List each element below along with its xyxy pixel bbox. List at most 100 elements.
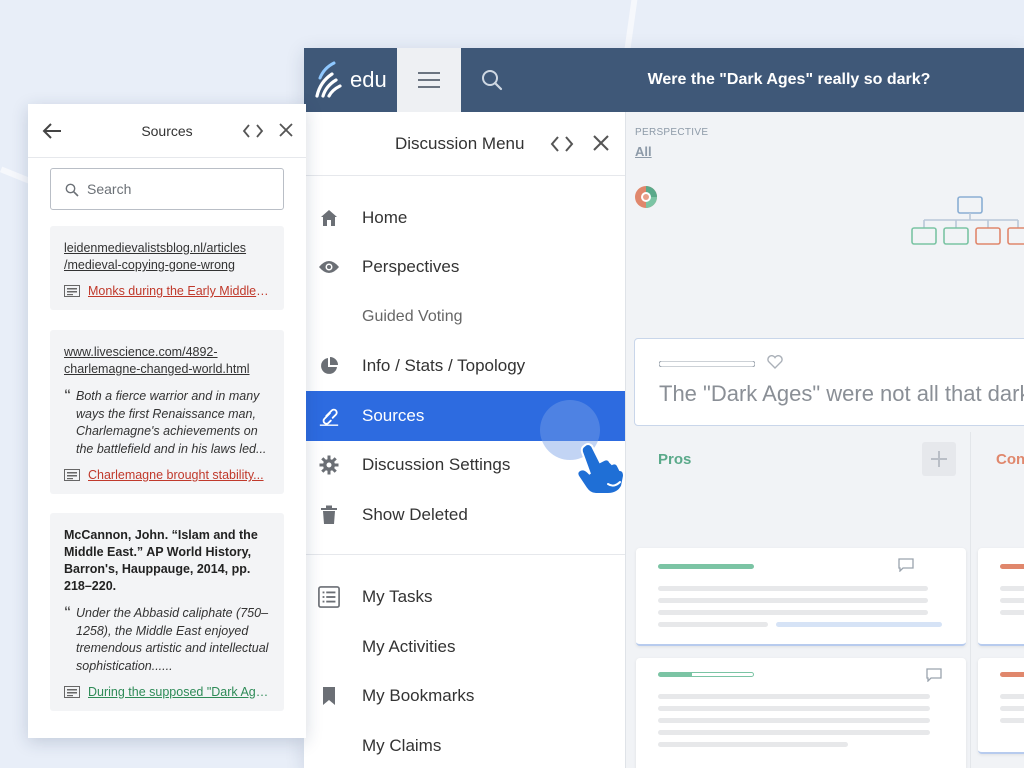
discussion-content: PERSPECTIVE All The "Dark Ages" were not… <box>626 112 1024 768</box>
menu-item-my-tasks[interactable]: My Tasks <box>304 573 625 623</box>
task-list-icon <box>318 586 340 609</box>
hamburger-icon <box>418 72 440 88</box>
menu-item-home[interactable]: Home <box>304 193 625 243</box>
background-stroke <box>624 0 638 48</box>
pros-column-header: Pros <box>658 451 692 468</box>
topology-graph-icon[interactable] <box>908 196 1024 256</box>
menu-item-label: My Claims <box>362 735 442 755</box>
quote-mark-icon: “ <box>64 603 71 619</box>
linked-claim-text: During the supposed "Dark Ages"... <box>88 685 270 699</box>
eye-icon <box>318 256 340 278</box>
top-bar: edu Were the "Dark Ages" really so dark? <box>304 48 1024 112</box>
menu-item-label: My Activities <box>362 636 456 656</box>
menu-item-label: My Tasks <box>362 587 433 607</box>
con-argument-card[interactable] <box>978 548 1024 646</box>
sunburst-chart-icon[interactable] <box>634 185 658 209</box>
source-quote: “ Both a fierce warrior and in many ways… <box>64 386 270 458</box>
pie-chart-icon <box>318 355 340 377</box>
source-quote-text: Under the Abbasid caliphate (750–1258), … <box>76 606 269 673</box>
search-icon <box>482 70 503 91</box>
claim-card-icon <box>64 285 80 297</box>
menu-item-my-activities[interactable]: My Activities <box>304 622 625 672</box>
linked-claim-text: Charlemagne brought stability... <box>88 468 264 482</box>
pro-argument-card[interactable] <box>636 658 966 768</box>
score-bar <box>659 361 755 367</box>
discussion-menu-title: Discussion Menu <box>395 134 525 153</box>
claim-text: The "Dark Ages" were not all that dark <box>659 381 1024 406</box>
main-claim-card[interactable]: The "Dark Ages" were not all that dark <box>634 338 1024 426</box>
menu-divider <box>304 553 625 555</box>
sources-search-input[interactable] <box>87 177 277 201</box>
score-bar <box>1000 564 1024 569</box>
linked-claim-link[interactable]: Monks during the Early Middle Ages... <box>64 284 270 298</box>
source-card[interactable]: McCannon, John. “Islam and the Middle Ea… <box>50 513 284 711</box>
search-button[interactable] <box>474 64 510 96</box>
source-url[interactable]: www.livescience.com/4892- charlemagne-ch… <box>64 344 270 378</box>
linked-claim-link[interactable]: Charlemagne brought stability... <box>64 468 270 482</box>
cons-column-header: Con <box>996 451 1024 468</box>
menu-item-my-bookmarks[interactable]: My Bookmarks <box>304 672 625 722</box>
menu-toggle-button[interactable] <box>397 48 461 112</box>
score-bar <box>658 564 754 569</box>
menu-item-my-claims[interactable]: My Claims <box>304 721 625 768</box>
menu-item-show-deleted[interactable]: Show Deleted <box>304 490 625 540</box>
menu-item-label: Guided Voting <box>362 307 463 325</box>
bookmark-icon <box>318 685 340 707</box>
add-pro-button[interactable] <box>922 442 956 476</box>
pointer-hand-icon <box>576 443 626 495</box>
discussion-menu-header: Discussion Menu <box>304 112 625 176</box>
close-icon[interactable] <box>278 122 294 138</box>
source-quote-text: Both a fierce warrior and in many ways t… <box>76 389 267 456</box>
source-url-line: /medieval-copying-gone-wrong <box>64 258 235 272</box>
discussion-title: Were the "Dark Ages" really so dark? <box>647 71 931 88</box>
menu-item-label: Info / Stats / Topology <box>362 356 526 376</box>
sources-search-box[interactable] <box>50 168 284 210</box>
source-quote: “ Under the Abbasid caliphate (750–1258)… <box>64 603 270 675</box>
source-url-line: leidenmedievalistsblog.nl/articles <box>64 241 247 255</box>
score-bar <box>658 672 754 677</box>
column-divider <box>970 432 971 768</box>
source-url-line: www.livescience.com/4892- <box>64 345 218 359</box>
background-stroke <box>0 166 31 184</box>
source-reference: McCannon, John. “Islam and the Middle Ea… <box>64 528 258 593</box>
sources-panel-title: Sources <box>141 123 193 139</box>
logo[interactable]: edu <box>314 60 398 100</box>
source-card[interactable]: www.livescience.com/4892- charlemagne-ch… <box>50 330 284 494</box>
code-embed-icon[interactable] <box>242 123 264 139</box>
comment-icon[interactable] <box>898 558 914 572</box>
code-embed-icon[interactable] <box>550 134 574 154</box>
claim-card-icon <box>64 686 80 698</box>
score-bar <box>1000 672 1024 677</box>
perspective-selector[interactable]: All <box>635 144 652 159</box>
trash-icon <box>318 504 340 526</box>
close-icon[interactable] <box>590 132 612 154</box>
menu-item-perspectives[interactable]: Perspectives <box>304 243 625 293</box>
linked-claim-link[interactable]: During the supposed "Dark Ages"... <box>64 685 270 699</box>
gear-icon <box>318 454 340 476</box>
menu-item-guided-voting[interactable]: Guided Voting <box>304 292 625 342</box>
logo-text: edu <box>350 67 387 92</box>
sources-panel: Sources leidenmedievalistsblog.nl/articl… <box>28 104 306 738</box>
quote-mark-icon: “ <box>64 386 71 402</box>
source-card[interactable]: leidenmedievalistsblog.nl/articles /medi… <box>50 226 284 310</box>
heart-icon[interactable] <box>767 355 783 369</box>
link-icon <box>318 405 340 427</box>
pro-argument-card[interactable] <box>636 548 966 646</box>
logo-icon <box>315 61 342 98</box>
comment-icon[interactable] <box>926 668 942 682</box>
menu-item-label: Perspectives <box>362 257 460 277</box>
menu-item-label: Home <box>362 207 408 227</box>
menu-item-label: My Bookmarks <box>362 686 475 706</box>
sources-panel-header: Sources <box>28 104 306 158</box>
menu-item-info-stats-topology[interactable]: Info / Stats / Topology <box>304 342 625 392</box>
claim-card-icon <box>64 469 80 481</box>
plus-icon <box>931 451 947 467</box>
menu-item-label: Sources <box>362 405 425 425</box>
search-icon <box>65 183 79 197</box>
con-argument-card[interactable] <box>978 658 1024 754</box>
source-url[interactable]: leidenmedievalistsblog.nl/articles /medi… <box>64 240 270 274</box>
perspective-label: PERSPECTIVE <box>635 127 709 138</box>
app-window: edu Were the "Dark Ages" really so dark?… <box>304 48 1024 768</box>
home-icon <box>318 207 340 229</box>
source-url-line: charlemagne-changed-world.html <box>64 362 250 376</box>
